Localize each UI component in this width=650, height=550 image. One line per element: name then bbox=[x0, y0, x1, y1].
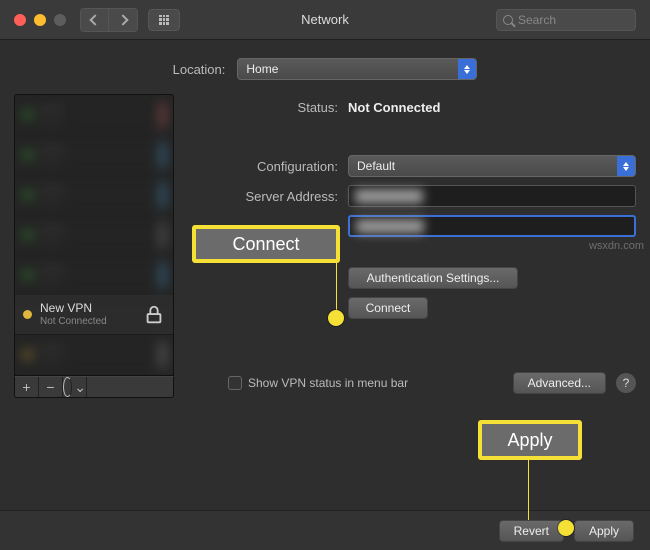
annotation-dot bbox=[558, 520, 574, 536]
chevron-down-icon: ⌄ bbox=[74, 379, 86, 396]
window-controls bbox=[14, 14, 66, 26]
remove-service-button[interactable]: − bbox=[39, 377, 63, 397]
list-item[interactable]: ———— bbox=[15, 175, 173, 215]
checkbox-icon bbox=[228, 376, 242, 390]
location-label: Location: bbox=[173, 62, 226, 77]
list-item[interactable]: ———— bbox=[15, 95, 173, 135]
account-name-field[interactable]: ████████ bbox=[348, 215, 636, 237]
list-item[interactable]: ———— bbox=[15, 135, 173, 175]
service-name: New VPN bbox=[40, 302, 135, 315]
chevron-left-icon bbox=[89, 14, 100, 25]
search-icon bbox=[503, 15, 513, 25]
configuration-label: Configuration: bbox=[188, 159, 348, 174]
server-address-label: Server Address: bbox=[188, 189, 348, 204]
annotation-connect-callout: Connect bbox=[192, 225, 340, 263]
search-placeholder: Search bbox=[518, 13, 556, 27]
annotation-apply-callout: Apply bbox=[478, 420, 582, 460]
action-menu-button[interactable]: ⌄ bbox=[63, 377, 87, 397]
annotation-line bbox=[528, 460, 529, 520]
close-icon[interactable] bbox=[14, 14, 26, 26]
apply-button[interactable]: Apply bbox=[574, 520, 634, 542]
watermark: wsxdn.com bbox=[589, 240, 644, 252]
back-button[interactable] bbox=[81, 9, 109, 31]
sidebar-item-vpn[interactable]: New VPN Not Connected bbox=[15, 295, 173, 335]
status-label: Status: bbox=[188, 100, 348, 115]
authentication-settings-button[interactable]: Authentication Settings... bbox=[348, 267, 518, 289]
annotation-dot bbox=[328, 310, 344, 326]
search-input[interactable]: Search bbox=[496, 9, 636, 31]
gear-icon bbox=[63, 377, 72, 397]
help-button[interactable]: ? bbox=[616, 373, 636, 393]
location-popup[interactable]: Home bbox=[237, 58, 477, 80]
connect-button[interactable]: Connect bbox=[348, 297, 428, 319]
server-address-field[interactable]: ████████ bbox=[348, 185, 636, 207]
show-vpn-checkbox[interactable]: Show VPN status in menu bar bbox=[228, 376, 408, 390]
list-item[interactable]: ———— bbox=[15, 335, 173, 375]
sidebar-footer: + − ⌄ bbox=[14, 376, 174, 398]
zoom-icon[interactable] bbox=[54, 14, 66, 26]
sidebar: ———— ———— ———— ———— ———— New VPN Not Con… bbox=[14, 94, 174, 398]
status-dot-icon bbox=[23, 310, 32, 319]
add-service-button[interactable]: + bbox=[15, 377, 39, 397]
status-value: Not Connected bbox=[348, 100, 636, 115]
list-item[interactable]: ———— bbox=[15, 215, 173, 255]
nav-back-forward bbox=[80, 8, 138, 32]
revert-button[interactable]: Revert bbox=[499, 520, 564, 542]
forward-button[interactable] bbox=[109, 9, 137, 31]
popup-arrows-icon bbox=[617, 156, 635, 176]
list-item[interactable]: ———— bbox=[15, 255, 173, 295]
advanced-button[interactable]: Advanced... bbox=[513, 372, 606, 394]
popup-arrows-icon bbox=[458, 59, 476, 79]
service-status: Not Connected bbox=[40, 316, 135, 327]
location-value: Home bbox=[246, 62, 278, 76]
chevron-right-icon bbox=[117, 14, 128, 25]
configuration-popup[interactable]: Default bbox=[348, 155, 636, 177]
lock-icon bbox=[143, 304, 165, 326]
location-row: Location: Home bbox=[0, 40, 650, 94]
show-vpn-label: Show VPN status in menu bar bbox=[248, 376, 408, 390]
grid-icon bbox=[159, 15, 169, 25]
show-all-button[interactable] bbox=[148, 9, 180, 31]
titlebar: Network Search bbox=[0, 0, 650, 40]
service-list[interactable]: ———— ———— ———— ———— ———— New VPN Not Con… bbox=[14, 94, 174, 376]
minimize-icon[interactable] bbox=[34, 14, 46, 26]
window-footer: Revert Apply bbox=[0, 510, 650, 550]
configuration-value: Default bbox=[357, 159, 395, 173]
